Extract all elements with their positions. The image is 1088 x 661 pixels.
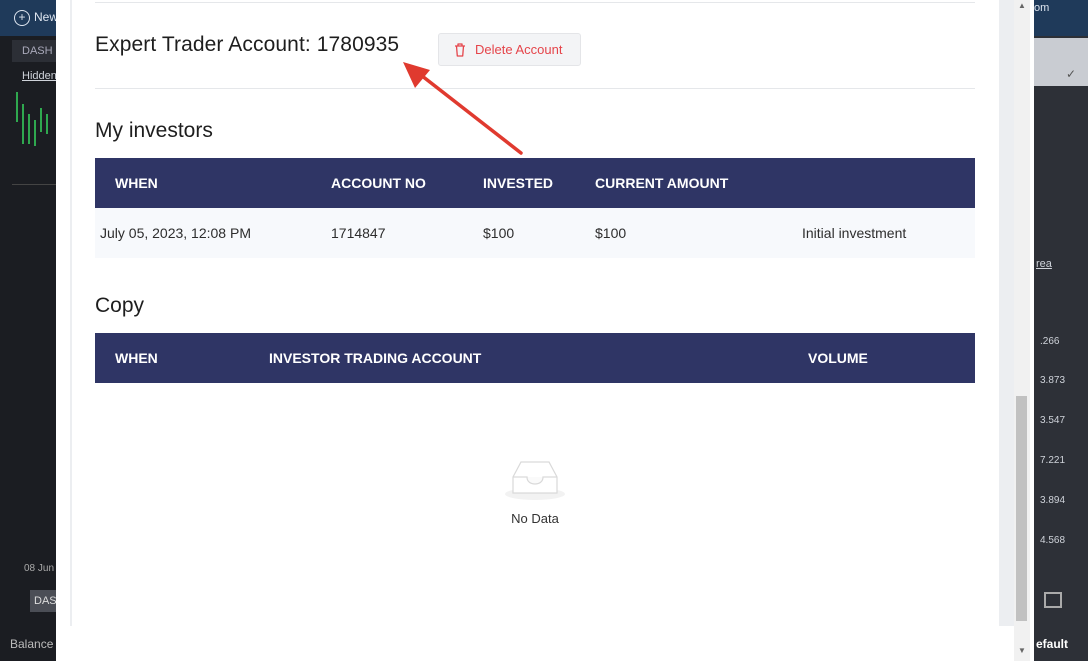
trash-icon: [455, 43, 465, 57]
right-panel: [1034, 0, 1088, 661]
investors-table-header: WHEN ACCOUNT NO INVESTED CURRENT AMOUNT: [95, 158, 975, 208]
right-number: .266: [1040, 336, 1060, 347]
right-number: 3.547: [1040, 415, 1066, 426]
right-number: 3.873: [1040, 375, 1066, 386]
right-panel-link[interactable]: rea: [1036, 258, 1052, 270]
col-volume: VOLUME: [808, 350, 868, 366]
default-label: efault: [1036, 637, 1069, 651]
cell-current-amount: $100: [595, 225, 627, 241]
check-icon[interactable]: ✓: [1034, 38, 1088, 86]
right-number: 4.568: [1040, 535, 1066, 546]
cell-when: July 05, 2023, 12:08 PM: [100, 225, 251, 241]
empty-state: No Data: [480, 455, 590, 535]
right-topbar: om: [1034, 0, 1088, 36]
scroll-up-icon[interactable]: ▲: [1014, 0, 1030, 12]
balance-label: Balance: [10, 637, 54, 651]
table-row: July 05, 2023, 12:08 PM 1714847 $100 $10…: [95, 208, 975, 258]
col-invested: INVESTED: [483, 175, 554, 191]
empty-inbox-icon: [505, 461, 565, 500]
col-investor-trading-account: INVESTOR TRADING ACCOUNT: [269, 350, 482, 366]
copy-table-header: WHEN INVESTOR TRADING ACCOUNT VOLUME: [95, 333, 975, 383]
divider: [95, 2, 975, 3]
cell-note: Initial investment: [802, 225, 907, 241]
hidden-link[interactable]: Hidden: [22, 70, 57, 82]
col-when: WHEN: [115, 175, 158, 191]
mini-chart: [12, 84, 56, 185]
layout-icon[interactable]: [1044, 592, 1062, 608]
col-when: WHEN: [115, 350, 158, 366]
annotation-arrow-icon: [403, 62, 523, 155]
no-data-text: No Data: [511, 511, 559, 526]
copy-title: Copy: [95, 294, 145, 317]
right-number: 3.894: [1040, 495, 1066, 506]
cell-invested: $100: [483, 225, 515, 241]
account-title: Expert Trader Account: 1780935: [95, 33, 400, 56]
plus-icon: +: [14, 10, 30, 26]
cell-account-no: 1714847: [331, 225, 386, 241]
right-number: 7.221: [1040, 455, 1066, 466]
col-account-no: ACCOUNT NO: [331, 175, 426, 191]
chart-date-label: 08 Jun: [24, 563, 55, 574]
divider: [95, 88, 975, 89]
col-current-amount: CURRENT AMOUNT: [595, 175, 729, 191]
scrollbar-thumb[interactable]: [1016, 396, 1027, 621]
investors-title: My investors: [95, 119, 213, 142]
scroll-down-icon[interactable]: ▼: [1014, 645, 1030, 657]
